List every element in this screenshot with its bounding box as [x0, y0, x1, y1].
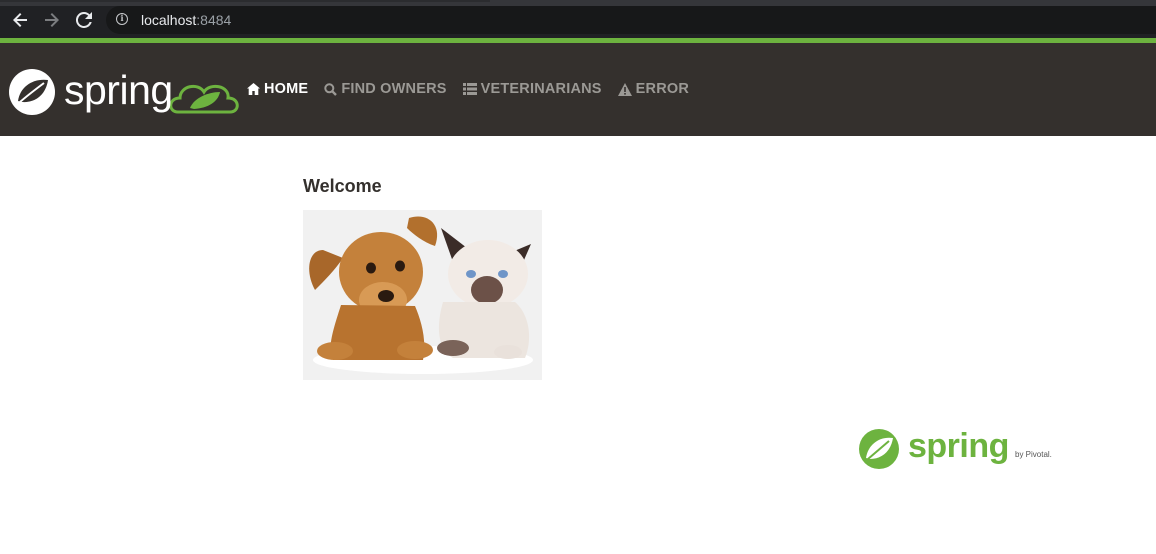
- warning-icon: [617, 82, 632, 96]
- pets-image: [303, 210, 542, 380]
- nav-veterinarians[interactable]: VETERINARIANS: [462, 81, 602, 97]
- nav-find-owners[interactable]: FIND OWNERS: [324, 81, 446, 97]
- page-title: Welcome: [303, 176, 382, 196]
- url-host: localhost: [141, 12, 197, 28]
- url-text[interactable]: localhost:8484: [141, 11, 231, 29]
- back-arrow-icon[interactable]: [10, 10, 30, 30]
- home-icon: [247, 83, 260, 95]
- spring-leaf-icon: [859, 429, 899, 469]
- navbar: spring HOME FIND OWNERS VETERINARIANS ER…: [0, 43, 1156, 136]
- spring-petclinic-logo[interactable]: spring: [8, 67, 240, 116]
- nav-error-label: ERROR: [635, 81, 690, 97]
- nav-error[interactable]: ERROR: [617, 81, 690, 97]
- footer-wordmark: spring: [908, 427, 1009, 465]
- nav-home[interactable]: HOME: [247, 81, 308, 97]
- spring-by-pivotal-logo: spring by Pivotal.: [858, 427, 1063, 472]
- reload-icon[interactable]: [74, 10, 94, 30]
- search-icon: [324, 82, 338, 96]
- nav-veterinarians-label: VETERINARIANS: [480, 81, 602, 97]
- footer-by-pivotal: by Pivotal.: [1015, 450, 1052, 459]
- forward-arrow-icon[interactable]: [42, 10, 62, 30]
- list-icon: [462, 83, 477, 95]
- url-port: :8484: [196, 12, 232, 28]
- nav-find-owners-label: FIND OWNERS: [341, 81, 447, 97]
- nav-home-label: HOME: [264, 81, 309, 97]
- brand-wordmark: spring: [64, 67, 173, 113]
- address-bar[interactable]: [106, 6, 1156, 34]
- info-icon[interactable]: i: [116, 13, 128, 25]
- main-menu: HOME FIND OWNERS VETERINARIANS ERROR: [247, 81, 705, 97]
